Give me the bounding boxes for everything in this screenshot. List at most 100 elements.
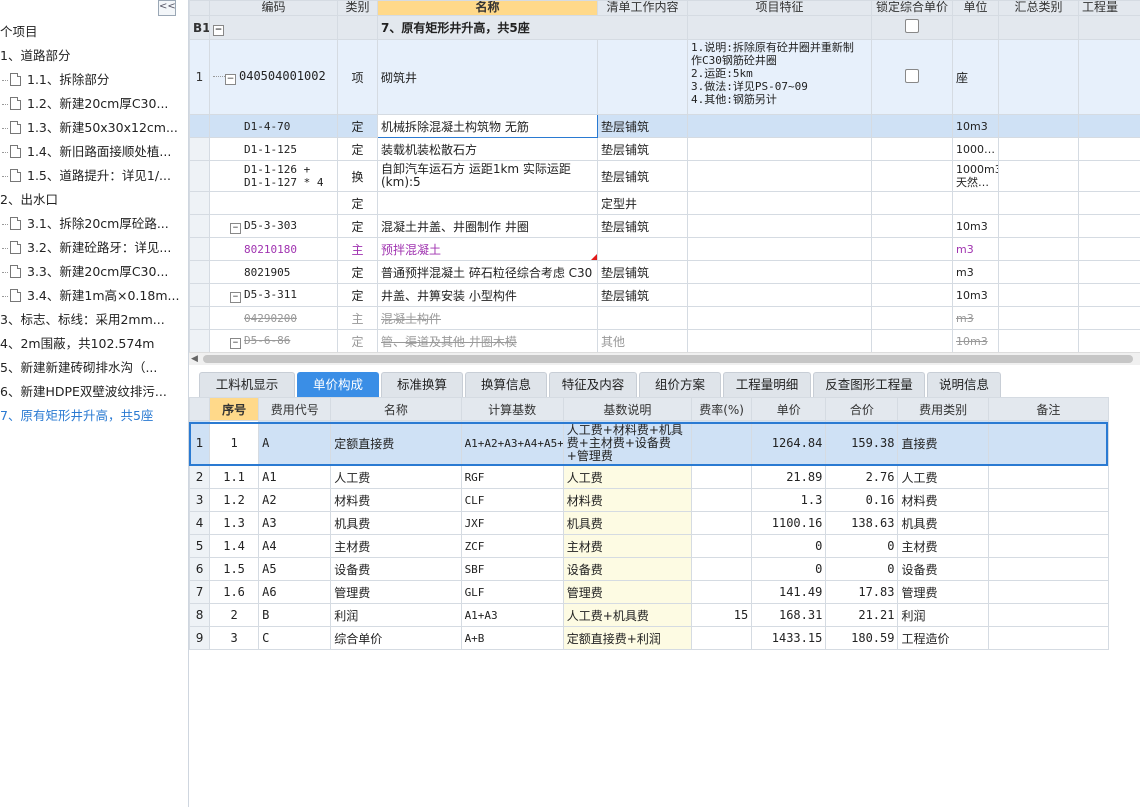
quota-feature[interactable] [687, 137, 872, 161]
fee-total[interactable]: 180.59 [825, 626, 899, 650]
tree-item[interactable]: 3.4、新建1m高×0.18m... [2, 284, 179, 308]
fee-rate[interactable] [691, 580, 753, 604]
fee-cat[interactable]: 材料费 [897, 488, 989, 512]
fee-rate[interactable] [691, 511, 753, 535]
item-name[interactable]: 砌筑井 [377, 39, 598, 115]
collapse-icon[interactable]: − [230, 222, 241, 234]
horizontal-scrollbar[interactable]: ◀ [189, 352, 1140, 365]
tree-item[interactable]: 2、出水口 [0, 188, 58, 212]
quota-work-content[interactable]: 垫层铺筑 [597, 283, 688, 307]
fee-rate[interactable] [691, 626, 753, 650]
fee-desc[interactable]: 设备费 [562, 557, 693, 581]
tree-item[interactable]: 1.3、新建50x30x12cm... [2, 116, 178, 140]
quota-code-cell[interactable]: D1-1-126 + D1-1-127 * 4 [209, 160, 338, 192]
quota-feature[interactable] [687, 329, 872, 352]
quota-code-cell[interactable]: − D5-3-303 [209, 214, 338, 238]
quota-name[interactable]: 混凝土构件 [377, 306, 598, 330]
quota-name[interactable]: 机械拆除混凝土构筑物 无筋 [377, 114, 598, 138]
fee-base[interactable]: RGF [460, 465, 564, 489]
fee-cat[interactable]: 主材费 [897, 534, 989, 558]
tab-9[interactable]: 说明信息 [927, 372, 1001, 397]
header-code[interactable]: 编码 [209, 0, 338, 16]
fee-code[interactable]: A1 [258, 465, 332, 489]
fee-name[interactable]: 综合单价 [330, 626, 462, 650]
tree-item[interactable]: 3、标志、标线：采用2mm... [0, 308, 165, 332]
collapse-icon[interactable]: − [225, 74, 236, 85]
fee-code[interactable]: A3 [258, 511, 332, 535]
quota-qty[interactable]: 1. [1078, 260, 1140, 284]
quota-name[interactable]: 井盖、井箅安装 小型构件 [377, 283, 598, 307]
tree-item[interactable]: 1.1、拆除部分 [2, 68, 109, 92]
header-total[interactable]: 合价 [825, 397, 899, 421]
fee-price[interactable]: 168.31 [751, 603, 827, 627]
quota-qty[interactable]: 0.0 [1078, 160, 1140, 192]
header-work[interactable]: 清单工作内容 [597, 0, 688, 16]
fee-note[interactable] [987, 580, 1110, 604]
tab-8[interactable]: 反查图形工程量 [813, 372, 925, 397]
quota-work-content[interactable]: 定型井 [597, 191, 688, 215]
quota-row[interactable]: D1-1-126 + D1-1-127 * 4 换自卸汽车运石方 运距1km 实际… [189, 160, 1140, 192]
fee-seq[interactable]: 2 [209, 603, 260, 627]
quota-code-cell[interactable]: D1-4-70 [209, 114, 338, 138]
header-fee-category[interactable]: 费用类别 [897, 397, 989, 421]
fee-price[interactable]: 0 [751, 557, 827, 581]
fee-cat[interactable]: 机具费 [897, 511, 989, 535]
quota-code-cell[interactable]: 8021905 [209, 260, 338, 284]
lock-checkbox[interactable] [905, 19, 919, 33]
quota-work-content[interactable]: 垫层铺筑 [597, 160, 688, 192]
fee-note[interactable] [987, 534, 1110, 558]
quota-row[interactable]: 80210180 主预拌混凝土 m3 1. [189, 237, 1140, 261]
fee-seq[interactable]: 1.6 [209, 580, 260, 604]
item-qty[interactable]: 5 [1078, 39, 1140, 115]
fee-code[interactable]: B [258, 603, 332, 627]
fee-rate[interactable] [691, 488, 753, 512]
fee-seq[interactable]: 1.1 [209, 465, 260, 489]
quota-qty[interactable] [1078, 191, 1140, 215]
fee-row[interactable]: 4 1.3 A3 机具费 JXF 机具费 1100.16 138.63 机具费 [188, 511, 1110, 535]
fee-seq[interactable]: 1.3 [209, 511, 260, 535]
fee-note[interactable] [987, 511, 1110, 535]
quota-name[interactable]: 管、渠道及其他 井圈木模 [377, 329, 598, 352]
fee-cat[interactable]: 直接费 [897, 420, 989, 466]
fee-row[interactable]: 8 2 B 利润 A1+A3 人工费+机具费 15 168.31 21.21 利润 [188, 603, 1110, 627]
fee-cat[interactable]: 工程造价 [897, 626, 989, 650]
header-name[interactable]: 名称 [377, 0, 598, 16]
quota-feature[interactable] [687, 114, 872, 138]
header-base-desc[interactable]: 基数说明 [562, 397, 693, 421]
fee-cat[interactable]: 设备费 [897, 557, 989, 581]
fee-name[interactable]: 材料费 [330, 488, 462, 512]
quota-code-cell[interactable]: − D5-6-86 [209, 329, 338, 352]
quota-row[interactable]: 8021905 定普通预拌混凝土 碎石粒径综合考虑 C30垫层铺筑 m3 1. [189, 260, 1140, 284]
fee-name[interactable]: 主材费 [330, 534, 462, 558]
fee-base[interactable]: SBF [460, 557, 564, 581]
tree-item[interactable]: 个项目 [0, 20, 38, 44]
fee-desc[interactable]: 机具费 [562, 511, 693, 535]
tree-item[interactable]: 6、新建HDPE双壁波纹排污... [0, 380, 167, 404]
tree-item[interactable]: 3.1、拆除20cm厚砼路... [2, 212, 169, 236]
fee-desc[interactable]: 人工费+材料费+机具费+主材费+设备费+管理费 [562, 420, 693, 466]
quota-work-content[interactable] [597, 237, 688, 261]
fee-rate[interactable] [691, 534, 753, 558]
header-feature[interactable]: 项目特征 [687, 0, 872, 16]
fee-base[interactable]: JXF [460, 511, 564, 535]
fee-row[interactable]: 3 1.2 A2 材料费 CLF 材料费 1.3 0.16 材料费 [188, 488, 1110, 512]
fee-row[interactable]: 6 1.5 A5 设备费 SBF 设备费 0 0 设备费 [188, 557, 1110, 581]
fee-note[interactable] [987, 420, 1110, 466]
fee-cat[interactable]: 人工费 [897, 465, 989, 489]
quota-work-content[interactable]: 垫层铺筑 [597, 260, 688, 284]
header-qty[interactable]: 工程量 [1078, 0, 1140, 16]
fee-cat[interactable]: 管理费 [897, 580, 989, 604]
header-lock-price[interactable]: 锁定综合单价 [871, 0, 953, 16]
fee-rate[interactable]: 15 [691, 603, 753, 627]
quota-row[interactable]: −D5-3-303定混凝土井盖、井圈制作 井圈垫层铺筑10m30 [189, 214, 1140, 238]
quota-name[interactable]: 预拌混凝土 [377, 237, 598, 261]
collapse-tree-button[interactable]: << [158, 0, 176, 16]
quota-qty[interactable]: 0.1 [1078, 114, 1140, 138]
fee-code[interactable]: A4 [258, 534, 332, 558]
header-seq[interactable]: 序号 [209, 397, 260, 421]
fee-code[interactable]: A6 [258, 580, 332, 604]
item-feature[interactable]: 1.说明:拆除原有砼井圈并重新制 作C30钢筋砼井圈 2.运距:5km 3.做法… [687, 39, 872, 115]
quota-name[interactable]: 装载机装松散石方 [377, 137, 598, 161]
collapse-icon[interactable]: − [213, 24, 224, 36]
fee-seq[interactable]: 1 [209, 420, 260, 466]
